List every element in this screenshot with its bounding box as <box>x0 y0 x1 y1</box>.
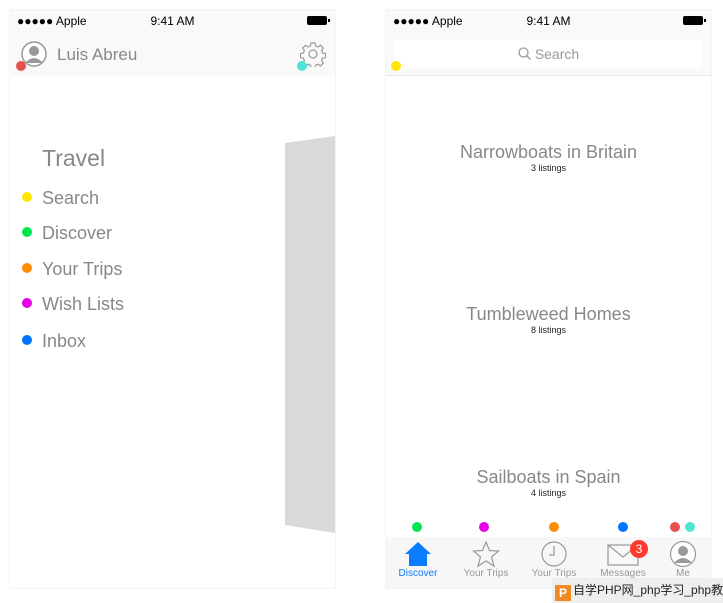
hotspot-search <box>22 192 32 202</box>
category-title: Tumbleweed Homes <box>466 304 631 324</box>
main-content-preview[interactable] <box>285 136 335 533</box>
tab-your-trips[interactable]: Your Trips <box>454 540 518 579</box>
search-input[interactable]: Search <box>394 40 703 68</box>
hotspot-messages <box>618 522 628 532</box>
category-item[interactable]: Narrowboats in Britain 3 listings <box>386 142 711 173</box>
clock: 9:41 AM <box>150 14 195 28</box>
right-screen: ●●●●● Apple 9:41 AM Search Narrowboats i… <box>386 10 711 588</box>
hotspot-inbox <box>22 335 32 345</box>
tab-trips[interactable]: Your Trips <box>522 540 586 579</box>
battery-icon <box>307 16 330 25</box>
category-item[interactable]: Tumbleweed Homes 8 listings <box>386 304 711 335</box>
hotspot-your-trips <box>22 263 32 273</box>
menu-item-search[interactable]: Search <box>42 188 99 209</box>
user-icon <box>669 540 697 568</box>
category-item[interactable]: Sailboats in Spain 4 listings <box>386 467 711 498</box>
avatar-hotspot <box>16 61 26 71</box>
watermark-text: 自学PHP网_php学习_php教 <box>573 583 723 597</box>
hotspot-your-trips <box>479 522 489 532</box>
watermark: P 自学PHP网_php学习_php教 <box>552 578 723 603</box>
hotspot-discover <box>412 522 422 532</box>
category-title: Sailboats in Spain <box>476 467 621 487</box>
unread-badge: 3 <box>630 540 648 558</box>
tab-label: Discover <box>398 568 438 579</box>
home-icon <box>405 542 431 566</box>
category-count: 4 listings <box>530 488 566 498</box>
tab-discover[interactable]: Discover <box>386 540 450 579</box>
status-bar: ●●●●● Apple 9:41 AM <box>386 10 711 32</box>
search-hotspot <box>391 61 401 71</box>
tab-messages[interactable]: Messages 3 <box>591 540 655 579</box>
gear-hotspot <box>297 61 307 71</box>
category-count: 8 listings <box>530 325 566 335</box>
left-screen: ●●●●● Apple 9:41 AM Luis Abreu Travel Se… <box>10 10 335 588</box>
status-bar: ●●●●● Apple 9:41 AM <box>10 10 335 32</box>
tab-label: Your Trips <box>463 568 509 579</box>
watermark-logo-icon: P <box>555 585 571 601</box>
search-placeholder: Search <box>534 46 580 62</box>
menu-item-wish-lists[interactable]: Wish Lists <box>42 294 124 315</box>
hotspot-me-2 <box>685 522 695 532</box>
menu-item-your-trips[interactable]: Your Trips <box>42 259 122 280</box>
menu-item-inbox[interactable]: Inbox <box>42 331 86 352</box>
search-icon <box>518 47 531 60</box>
category-count: 3 listings <box>530 163 566 173</box>
menu-title: Travel <box>42 145 106 171</box>
hotspot-trips <box>549 522 559 532</box>
hotspot-discover <box>22 227 32 237</box>
hotspot-wish-lists <box>22 298 32 308</box>
tab-me[interactable]: Me <box>651 540 715 579</box>
category-title: Narrowboats in Britain <box>459 142 638 162</box>
clock-icon <box>541 541 567 567</box>
clock: 9:41 AM <box>526 14 571 28</box>
hotspot-me <box>670 522 680 532</box>
menu-item-discover[interactable]: Discover <box>42 223 112 244</box>
battery-icon <box>683 16 706 25</box>
star-icon <box>472 540 500 568</box>
user-name[interactable]: Luis Abreu <box>57 45 137 65</box>
